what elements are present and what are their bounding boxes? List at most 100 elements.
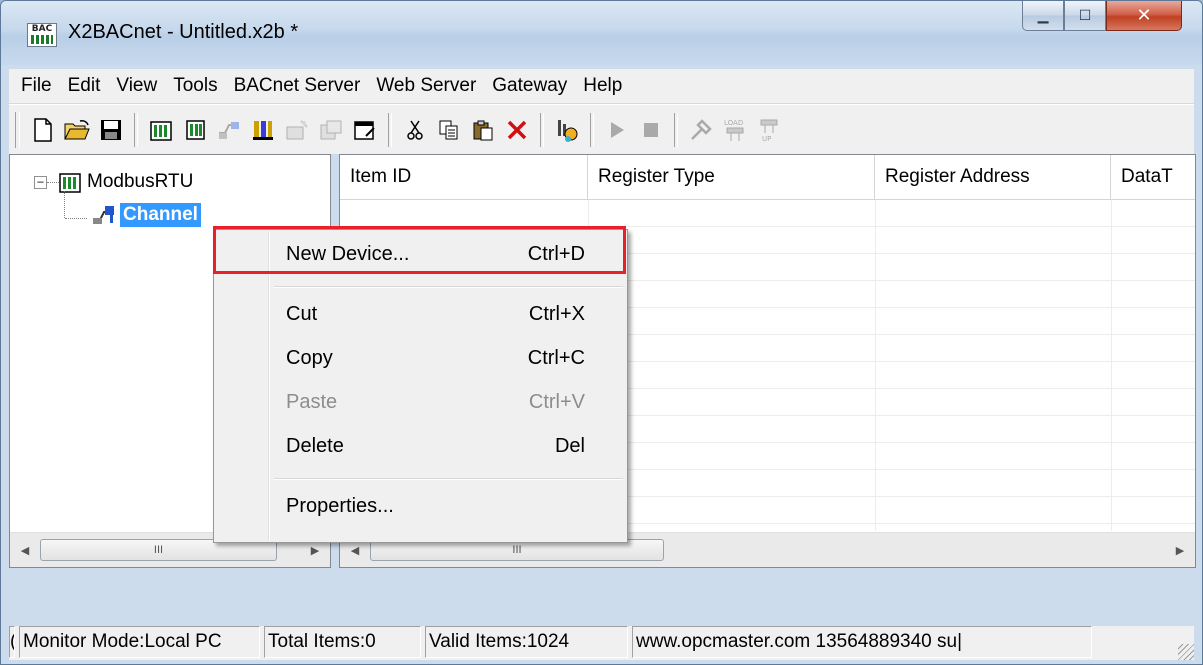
- add-channel-icon: [150, 120, 172, 141]
- menu-item-paste[interactable]: Paste Ctrl+V: [216, 382, 625, 422]
- monitor-icon: [558, 119, 578, 142]
- menu-separator: [274, 478, 623, 480]
- menu-web-server[interactable]: Web Server: [368, 75, 484, 97]
- menu-item-shortcut: Ctrl+X: [528, 302, 585, 325]
- run-button[interactable]: [602, 113, 632, 147]
- menu-bar: File Edit View Tools BACnet Server Web S…: [9, 69, 1194, 103]
- menu-tools[interactable]: Tools: [165, 75, 225, 97]
- menu-view[interactable]: View: [108, 75, 165, 97]
- menu-item-label: Delete: [286, 434, 344, 457]
- menu-item-properties[interactable]: Properties...: [216, 486, 625, 526]
- status-valid-items: Valid Items:1024: [425, 626, 628, 658]
- paste-button[interactable]: [468, 113, 498, 147]
- copy-icon: [439, 120, 458, 139]
- toolbar-separator: [134, 112, 138, 147]
- status-bar: ( Monitor Mode:Local PC Total Items:0 Va…: [9, 626, 1194, 660]
- menu-help[interactable]: Help: [575, 75, 630, 97]
- delete-button[interactable]: [502, 113, 532, 147]
- window-title: X2BACnet - Untitled.x2b *: [68, 21, 299, 43]
- tree-node-channel[interactable]: Channel: [92, 203, 201, 227]
- menu-item-label: Copy: [286, 346, 333, 369]
- toolbar: LOAD UP: [9, 104, 1194, 154]
- tree-node-modbusrtu[interactable]: − ModbusRTU: [34, 171, 193, 193]
- open-button[interactable]: [62, 113, 92, 147]
- menu-item-delete[interactable]: Delete Del: [216, 426, 625, 466]
- close-icon: ✕: [1136, 5, 1152, 26]
- status-total-items: Total Items:0: [264, 626, 421, 658]
- column-register-address[interactable]: Register Address: [875, 155, 1111, 200]
- toolbar-separator: [540, 112, 544, 147]
- menu-item-shortcut: Ctrl+C: [527, 346, 585, 369]
- scroll-left-icon: ◀: [350, 544, 360, 557]
- resize-grip-icon[interactable]: [1178, 644, 1194, 660]
- save-button[interactable]: [96, 113, 126, 147]
- new-icon: [34, 117, 52, 142]
- title-bar[interactable]: BAC X2BACnet - Untitled.x2b * ▁ ☐ ✕: [1, 1, 1202, 65]
- maximize-icon: ☐: [1078, 7, 1092, 24]
- menu-file[interactable]: File: [9, 75, 60, 97]
- add-item-button[interactable]: [248, 113, 278, 147]
- scroll-right-button[interactable]: ▶: [1165, 533, 1195, 567]
- menu-item-label: Properties...: [286, 494, 394, 517]
- add-group-button[interactable]: [214, 113, 244, 147]
- duplicate-icon: [320, 120, 342, 139]
- maximize-button[interactable]: ☐: [1064, 1, 1106, 31]
- save-icon: [101, 119, 121, 140]
- app-icon[interactable]: BAC: [27, 23, 57, 47]
- add-device-icon: [186, 119, 205, 140]
- properties-icon: [354, 120, 375, 140]
- toolbar-grip[interactable]: [15, 111, 20, 148]
- status-pane-0: (: [9, 626, 15, 658]
- tree-child-label: Channel: [120, 203, 201, 227]
- load-label: LOAD: [724, 119, 743, 127]
- menu-item-copy[interactable]: Copy Ctrl+C: [216, 338, 625, 378]
- copy-button[interactable]: [434, 113, 464, 147]
- collapse-icon[interactable]: −: [34, 175, 47, 189]
- column-datatype[interactable]: DataT: [1111, 155, 1195, 200]
- cut-button[interactable]: [400, 113, 430, 147]
- menu-separator: [274, 286, 623, 288]
- stop-icon: [644, 122, 658, 137]
- monitor-button[interactable]: [552, 113, 582, 147]
- menu-item-cut[interactable]: Cut Ctrl+X: [216, 294, 625, 334]
- scroll-right-icon: ▶: [310, 544, 320, 557]
- add-device-button[interactable]: [180, 113, 210, 147]
- app-icon-text: BAC: [31, 24, 53, 34]
- menu-gateway[interactable]: Gateway: [484, 75, 575, 97]
- minimize-button[interactable]: ▁: [1022, 1, 1064, 31]
- upload-button[interactable]: UP: [754, 113, 784, 147]
- upload-icon: UP: [760, 119, 778, 143]
- properties-button[interactable]: [350, 113, 380, 147]
- menu-item-shortcut: Ctrl+V: [528, 390, 585, 413]
- status-info: www.opcmaster.com 13564889340 su|: [632, 626, 1092, 658]
- batch-item-icon: [286, 119, 308, 139]
- tools-button[interactable]: [686, 113, 716, 147]
- toolbar-separator: [590, 112, 594, 147]
- close-button[interactable]: ✕: [1106, 1, 1182, 31]
- menu-bacnet-server[interactable]: BACnet Server: [226, 75, 369, 97]
- add-channel-button[interactable]: [146, 113, 176, 147]
- column-register-type[interactable]: Register Type: [588, 155, 875, 200]
- new-button[interactable]: [28, 113, 58, 147]
- duplicate-button[interactable]: [316, 113, 346, 147]
- toolbar-separator: [388, 112, 392, 147]
- minimize-icon: ▁: [1037, 7, 1049, 24]
- scroll-left-button[interactable]: ◀: [10, 533, 40, 567]
- tools-icon: [691, 118, 712, 140]
- download-button[interactable]: LOAD: [720, 113, 750, 147]
- menu-edit[interactable]: Edit: [60, 75, 109, 97]
- batch-item-button[interactable]: [282, 113, 312, 147]
- column-item-id[interactable]: Item ID: [340, 155, 588, 200]
- stop-button[interactable]: [636, 113, 666, 147]
- download-icon: LOAD: [724, 119, 744, 141]
- list-header: Item ID Register Type Register Address D…: [340, 155, 1195, 200]
- scroll-left-icon: ◀: [20, 544, 30, 557]
- delete-icon: [507, 120, 527, 139]
- cut-icon: [407, 120, 423, 140]
- highlight-annotation: [213, 226, 626, 274]
- channel-icon: [59, 173, 81, 193]
- scroll-grip-icon: III: [153, 544, 164, 556]
- paste-icon: [473, 120, 493, 140]
- run-icon: [611, 121, 624, 138]
- status-monitor-mode: Monitor Mode:Local PC: [19, 626, 260, 658]
